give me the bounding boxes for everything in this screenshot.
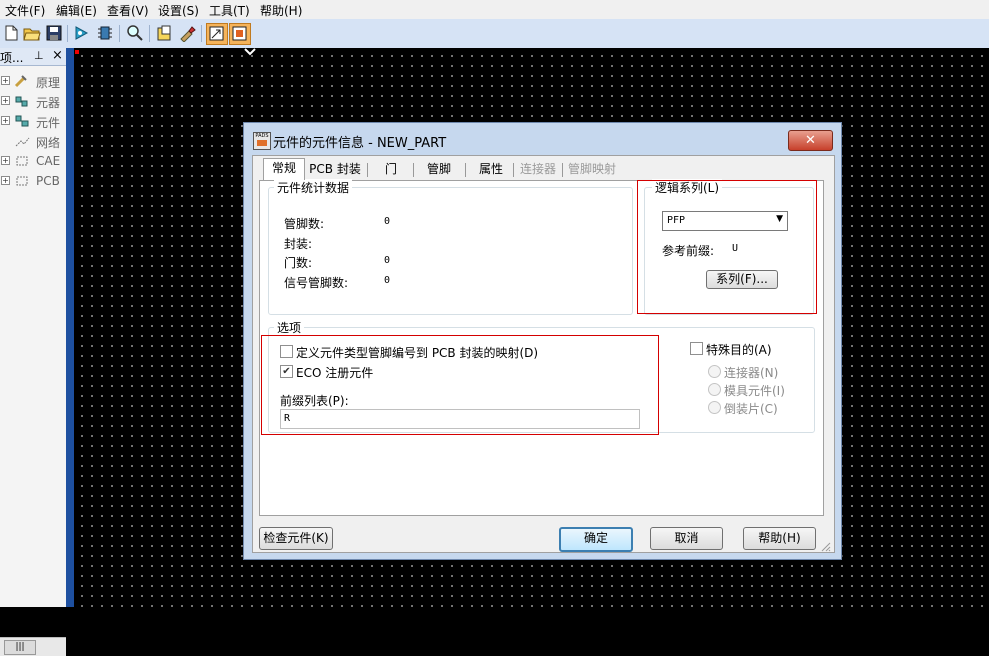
tree-item-nets[interactable]: 网络 <box>0 132 66 150</box>
help-button[interactable]: 帮助(H) <box>743 527 816 550</box>
expand-icon[interactable]: + <box>1 76 10 85</box>
tab-attributes[interactable]: 属性 <box>471 160 511 178</box>
tree-item-parts[interactable]: + 元件 <box>0 112 66 130</box>
save-icon[interactable] <box>45 24 63 42</box>
connector-radio <box>708 365 721 378</box>
panel-splitter[interactable] <box>66 48 74 607</box>
origin-marker <box>75 50 79 54</box>
highlight-box-logic-family <box>637 180 817 314</box>
paint-icon[interactable] <box>178 24 196 43</box>
horizontal-scrollbar[interactable]: ||| <box>0 637 66 656</box>
die-part-radio <box>708 383 721 396</box>
gate-count-value: 0 <box>384 255 391 266</box>
close-icon[interactable]: × <box>52 48 63 63</box>
scrollbar-thumb[interactable]: ||| <box>4 640 36 655</box>
tree-item-cae[interactable]: + CAE <box>0 152 66 170</box>
tab-divider <box>465 163 466 177</box>
component-icon <box>14 94 30 108</box>
gate-count-label: 门数: <box>284 256 313 270</box>
decal-label: 封装: <box>284 237 313 251</box>
pads-app-icon: PADS <box>253 132 271 150</box>
menu-view[interactable]: 查看(V) <box>107 2 149 19</box>
tab-pin-mapping: 管脚映射 <box>567 162 616 176</box>
cae-icon <box>14 154 30 168</box>
resize-grip-icon[interactable] <box>819 540 831 552</box>
tab-gates[interactable]: 门 <box>373 160 409 178</box>
check-part-button[interactable]: 检查元件(K) <box>259 527 333 550</box>
toolbar <box>0 19 989 49</box>
special-purpose-label: 特殊目的(A) <box>706 343 772 357</box>
tree-item-label: 元器 <box>36 96 61 110</box>
expand-icon[interactable]: + <box>1 156 10 165</box>
pcb-icon <box>14 174 30 188</box>
flip-chip-radio <box>708 401 721 414</box>
dialog-title: 元件的元件信息 - NEW_PART <box>273 136 447 151</box>
tab-divider <box>562 163 563 177</box>
tab-general[interactable]: 常规 <box>263 158 305 180</box>
part-info-dialog: PADS 元件的元件信息 - NEW_PART ✕ 常规 PCB 封装 门 管脚… <box>243 122 842 560</box>
run-icon[interactable] <box>73 24 91 42</box>
expand-icon[interactable]: + <box>1 96 10 105</box>
part-icon <box>14 114 30 128</box>
toolbar-separator <box>149 25 150 42</box>
chip-icon[interactable] <box>96 24 114 42</box>
layout-mode-icon[interactable] <box>229 23 251 45</box>
tab-pcb-decal[interactable]: PCB 封装 <box>305 160 365 178</box>
menu-tools[interactable]: 工具(T) <box>209 2 250 19</box>
project-panel: 项... ⊥ × + 原理 + 元器 + 元件 网络 + CAE + PCB |… <box>0 48 67 656</box>
menu-bar: 文件(F) 编辑(E) 查看(V) 设置(S) 工具(T) 帮助(H) <box>0 0 989 19</box>
signal-pin-count-label: 信号管脚数: <box>284 276 349 290</box>
project-panel-title: 项... <box>0 51 24 65</box>
tree-item-pcb[interactable]: + PCB <box>0 172 66 190</box>
expand-icon[interactable]: + <box>1 176 10 185</box>
net-icon <box>14 134 30 148</box>
cancel-button[interactable]: 取消 <box>650 527 723 550</box>
flip-chip-radio-label: 倒装片(C) <box>724 402 778 416</box>
schematic-icon <box>14 74 30 88</box>
ok-button[interactable]: 确定 <box>559 527 633 552</box>
signal-pin-count-value: 0 <box>384 275 391 286</box>
stats-group <box>268 187 633 315</box>
menu-edit[interactable]: 编辑(E) <box>56 2 97 19</box>
tree-item-label: 原理 <box>36 76 61 90</box>
toolbar-separator <box>119 25 120 42</box>
highlight-box-options <box>261 335 659 435</box>
special-purpose-checkbox[interactable] <box>690 342 703 355</box>
options-group-title: 选项 <box>274 319 305 336</box>
general-tab-page: 元件统计数据 管脚数: 0 封装: 门数: 0 信号管脚数: 0 逻辑系列(L)… <box>259 179 824 516</box>
tab-divider <box>413 163 414 177</box>
pin-count-label: 管脚数: <box>284 217 325 231</box>
die-part-radio-label: 模具元件(I) <box>724 384 785 398</box>
expand-icon[interactable]: + <box>1 116 10 125</box>
menu-settings[interactable]: 设置(S) <box>158 2 199 19</box>
app-icon-text: PADS <box>255 133 269 139</box>
tab-pins[interactable]: 管脚 <box>419 160 459 178</box>
menu-help[interactable]: 帮助(H) <box>260 2 302 19</box>
tree-item-label: 元件 <box>36 116 61 130</box>
tree-item-schematic[interactable]: + 原理 <box>0 72 66 90</box>
close-button[interactable]: ✕ <box>788 130 833 151</box>
cursor-marker <box>244 48 256 56</box>
dialog-body: 常规 PCB 封装 门 管脚 属性 连接器 管脚映射 元件统计数据 管脚数: 0… <box>252 155 835 553</box>
toolbar-separator <box>67 25 68 42</box>
stats-group-title: 元件统计数据 <box>274 179 353 196</box>
tree-item-label: CAE <box>36 154 61 168</box>
zoom-icon[interactable] <box>126 24 144 42</box>
schematic-mode-icon[interactable] <box>206 23 228 45</box>
tree-item-label: PCB <box>36 174 60 188</box>
connector-radio-label: 连接器(N) <box>724 366 779 380</box>
tab-divider <box>367 163 368 177</box>
menu-file[interactable]: 文件(F) <box>5 2 45 19</box>
tab-divider <box>513 163 514 177</box>
tab-connector: 连接器 <box>519 162 556 176</box>
toolbar-separator <box>201 25 202 42</box>
part-editor-icon[interactable] <box>156 24 174 42</box>
project-panel-header: 项... ⊥ × <box>0 48 66 66</box>
tree-item-label: 网络 <box>36 136 61 150</box>
new-icon[interactable] <box>2 24 20 42</box>
open-icon[interactable] <box>23 24 41 42</box>
pin-count-value: 0 <box>384 216 391 227</box>
pin-icon[interactable]: ⊥ <box>34 49 44 62</box>
tree-item-components[interactable]: + 元器 <box>0 92 66 110</box>
